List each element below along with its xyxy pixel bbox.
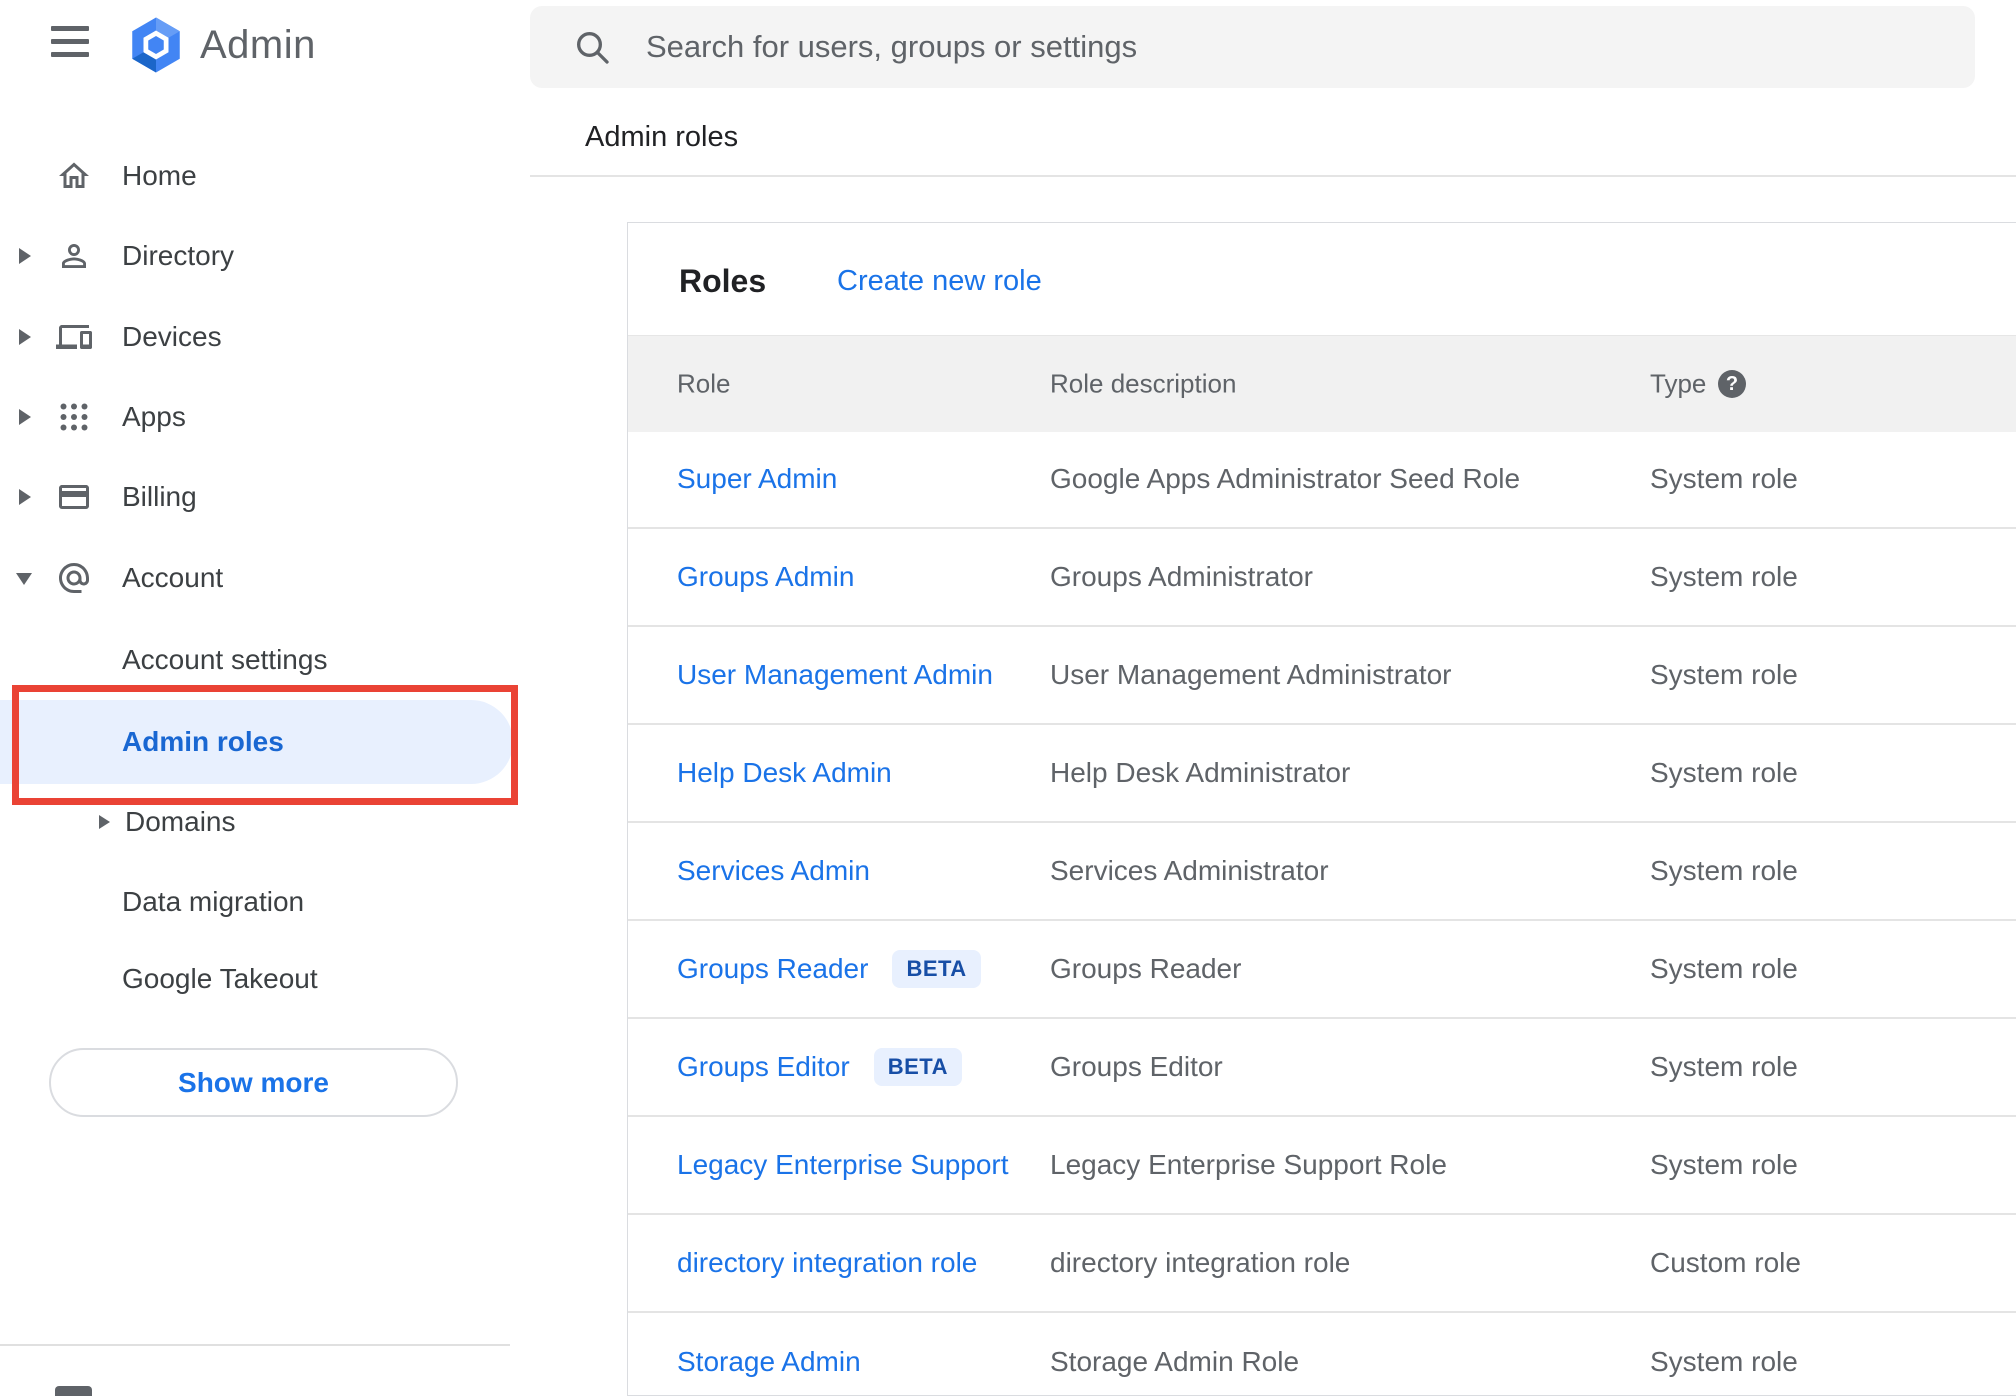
table-row: User Management Admin User Management Ad… bbox=[628, 627, 2016, 725]
sidebar-item-directory[interactable]: Directory bbox=[0, 216, 530, 296]
breadcrumb-divider bbox=[530, 175, 2016, 177]
menu-hamburger-icon[interactable] bbox=[51, 26, 89, 58]
role-link[interactable]: Help Desk Admin bbox=[677, 757, 892, 789]
partial-footer-icon bbox=[55, 1386, 92, 1396]
sidebar-item-label: Billing bbox=[122, 481, 197, 512]
table-row: Services Admin Services Administrator Sy… bbox=[628, 823, 2016, 921]
role-link[interactable]: directory integration role bbox=[677, 1247, 977, 1279]
create-new-role-link[interactable]: Create new role bbox=[837, 253, 1042, 309]
role-type: System role bbox=[1650, 953, 1798, 984]
at-sign-icon bbox=[56, 560, 92, 596]
role-description: Groups Administrator bbox=[1050, 561, 1313, 592]
beta-badge: BETA bbox=[892, 950, 981, 988]
table-row: Legacy Enterprise Support Legacy Enterpr… bbox=[628, 1117, 2016, 1215]
column-header-type: Type bbox=[1650, 368, 1707, 399]
breadcrumb: Admin roles bbox=[585, 121, 739, 153]
roles-card: Roles Create new role Role Role descript… bbox=[627, 222, 2016, 1396]
chevron-down-icon[interactable] bbox=[16, 573, 32, 585]
role-link[interactable]: Storage Admin bbox=[677, 1346, 861, 1378]
column-header-description: Role description bbox=[1050, 368, 1237, 399]
app-logo-text: Admin bbox=[200, 22, 316, 67]
credit-card-icon bbox=[56, 479, 92, 515]
chevron-right-icon[interactable] bbox=[19, 329, 31, 345]
table-row: directory integration role directory int… bbox=[628, 1215, 2016, 1313]
sidebar-item-label: Account bbox=[122, 562, 224, 593]
table-row: Storage Admin Storage Admin Role System … bbox=[628, 1313, 2016, 1396]
role-type: System role bbox=[1650, 1051, 1798, 1082]
sidebar-item-label: Home bbox=[122, 160, 197, 191]
sidebar-item-label: Devices bbox=[122, 321, 222, 352]
sidebar-item-label: Domains bbox=[125, 806, 236, 837]
role-link[interactable]: User Management Admin bbox=[677, 659, 993, 691]
person-icon bbox=[56, 238, 92, 274]
sidebar-item-label: Google Takeout bbox=[122, 963, 318, 994]
role-description: Services Administrator bbox=[1050, 855, 1329, 886]
show-more-button[interactable]: Show more bbox=[49, 1048, 458, 1117]
table-row: Groups Reader BETA Groups Reader System … bbox=[628, 921, 2016, 1019]
table-row: Groups Admin Groups Administrator System… bbox=[628, 529, 2016, 627]
role-type: System role bbox=[1650, 757, 1798, 788]
role-description: Help Desk Administrator bbox=[1050, 757, 1351, 788]
role-link[interactable]: Groups Editor bbox=[677, 1051, 850, 1083]
role-description: Groups Reader bbox=[1050, 953, 1242, 984]
page-title: Roles bbox=[679, 263, 767, 299]
table-row: Help Desk Admin Help Desk Administrator … bbox=[628, 725, 2016, 823]
search-placeholder: Search for users, groups or settings bbox=[646, 29, 1138, 64]
chevron-right-icon[interactable] bbox=[99, 815, 110, 829]
show-more-label: Show more bbox=[178, 1066, 329, 1098]
search-input[interactable]: Search for users, groups or settings bbox=[530, 6, 1975, 88]
sidebar-item-account-settings[interactable]: Account settings bbox=[0, 620, 530, 700]
role-link[interactable]: Groups Reader bbox=[677, 953, 868, 985]
sidebar-item-google-takeout[interactable]: Google Takeout bbox=[0, 939, 530, 1019]
role-description: directory integration role bbox=[1050, 1247, 1351, 1278]
beta-badge: BETA bbox=[873, 1048, 963, 1086]
sidebar-item-devices[interactable]: Devices bbox=[0, 297, 530, 377]
role-description: Storage Admin Role bbox=[1050, 1346, 1300, 1377]
search-icon bbox=[577, 32, 609, 64]
sidebar-item-home[interactable]: Home bbox=[0, 136, 530, 216]
sidebar-item-label: Data migration bbox=[122, 886, 305, 917]
devices-icon bbox=[56, 319, 92, 355]
role-type: System role bbox=[1650, 1149, 1798, 1180]
role-link[interactable]: Super Admin bbox=[677, 463, 837, 495]
table-header-row: Role Role description Type ? bbox=[628, 335, 2016, 432]
sidebar-item-data-migration[interactable]: Data migration bbox=[0, 862, 530, 942]
home-icon bbox=[56, 158, 92, 194]
role-description: Legacy Enterprise Support Role bbox=[1050, 1149, 1447, 1180]
role-type: System role bbox=[1650, 1346, 1798, 1377]
table-row: Groups Editor BETA Groups Editor System … bbox=[628, 1019, 2016, 1117]
role-type: System role bbox=[1650, 659, 1798, 690]
sidebar-item-billing[interactable]: Billing bbox=[0, 457, 530, 537]
admin-console-page: Admin Home Directory Devices Apps Billin… bbox=[0, 0, 2016, 1396]
column-header-role: Role bbox=[677, 368, 731, 399]
sidebar-item-apps[interactable]: Apps bbox=[0, 377, 530, 457]
sidebar-item-domains[interactable]: Domains bbox=[0, 782, 530, 862]
app-logo: Admin bbox=[126, 14, 316, 76]
role-type: Custom role bbox=[1650, 1247, 1801, 1278]
admin-hexagon-logo-icon bbox=[132, 17, 180, 73]
role-description: User Management Administrator bbox=[1050, 659, 1452, 690]
role-description: Google Apps Administrator Seed Role bbox=[1050, 463, 1521, 494]
sidebar-item-admin-roles-selected[interactable]: Admin roles bbox=[0, 700, 513, 784]
sidebar-item-account[interactable]: Account bbox=[0, 538, 530, 618]
sidebar-item-label: Admin roles bbox=[122, 726, 284, 757]
role-link[interactable]: Groups Admin bbox=[677, 561, 854, 593]
sidebar-item-label: Apps bbox=[122, 401, 186, 432]
role-type: System role bbox=[1650, 561, 1798, 592]
role-link[interactable]: Legacy Enterprise Support bbox=[677, 1149, 1009, 1181]
chevron-right-icon[interactable] bbox=[19, 489, 31, 505]
role-type: System role bbox=[1650, 855, 1798, 886]
help-icon[interactable]: ? bbox=[1718, 370, 1746, 398]
table-row: Super Admin Google Apps Administrator Se… bbox=[628, 431, 2016, 529]
chevron-right-icon[interactable] bbox=[19, 248, 31, 264]
role-link[interactable]: Services Admin bbox=[677, 855, 870, 887]
sidebar-item-label: Account settings bbox=[122, 644, 328, 675]
sidebar-item-label: Directory bbox=[122, 240, 235, 271]
apps-grid-icon bbox=[56, 399, 92, 435]
role-type: System role bbox=[1650, 463, 1798, 494]
chevron-right-icon[interactable] bbox=[19, 409, 31, 425]
role-description: Groups Editor bbox=[1050, 1051, 1223, 1082]
sidebar-bottom-divider bbox=[0, 1344, 510, 1346]
